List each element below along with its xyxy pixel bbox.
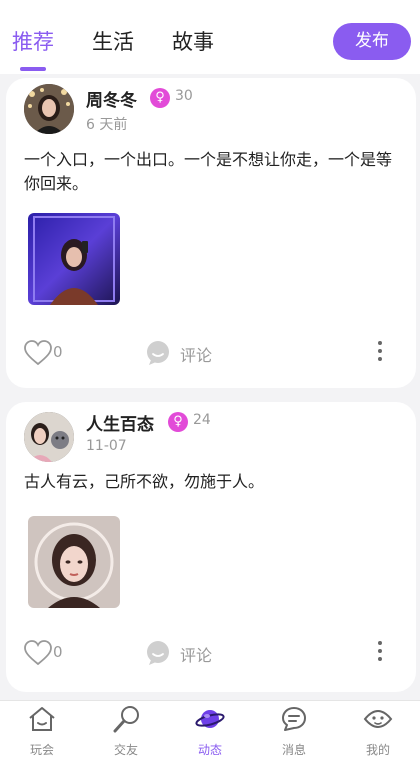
- comment-icon[interactable]: [145, 640, 171, 666]
- author-name[interactable]: 周冬冬: [86, 86, 137, 111]
- post-photo[interactable]: [28, 516, 120, 608]
- message-icon: [282, 707, 306, 731]
- nav-item-messages[interactable]: 消息: [252, 701, 336, 757]
- tab-story[interactable]: 故事: [172, 28, 214, 56]
- nav-label: 交友: [113, 743, 138, 757]
- post-card: 人生百态 ♀ 24 11-07 古人有云，己所不欲，勿施于人。 0 评论: [6, 402, 416, 692]
- author-name[interactable]: 人生百态: [86, 410, 154, 435]
- nav-item-moments[interactable]: 动态: [168, 701, 252, 757]
- nav-item-profile[interactable]: 我的: [336, 701, 420, 757]
- comment-icon[interactable]: [145, 340, 171, 366]
- post-time: 11-07: [86, 438, 127, 454]
- nav-item-play[interactable]: 玩会: [0, 701, 84, 757]
- more-vertical-icon[interactable]: [375, 640, 385, 662]
- nav-item-friends[interactable]: 交友: [84, 701, 168, 757]
- heart-icon[interactable]: [24, 340, 52, 366]
- post-photo[interactable]: [28, 213, 120, 305]
- avatar[interactable]: [24, 84, 74, 134]
- heart-icon[interactable]: [24, 640, 52, 666]
- home-icon: [29, 707, 55, 731]
- profile-face-icon: [363, 710, 393, 728]
- comment-button[interactable]: 评论: [180, 642, 212, 666]
- bottom-navigation: 玩会 交友 动态 消息 我的: [0, 700, 420, 757]
- nav-label: 消息: [281, 743, 306, 757]
- nav-label: 玩会: [29, 743, 54, 757]
- female-gender-badge: ♀: [150, 88, 170, 108]
- female-gender-badge: ♀: [168, 412, 188, 432]
- planet-icon: [195, 710, 225, 728]
- tab-active-indicator: [20, 67, 46, 71]
- feed-list[interactable]: 周冬冬 ♀ 30 6 天前 一个入口，一个出口。一个是不想让你走，一个是等你回来…: [0, 74, 420, 700]
- like-count: 0: [53, 343, 63, 361]
- avatar[interactable]: [24, 412, 74, 462]
- more-vertical-icon[interactable]: [375, 340, 385, 362]
- tab-recommend[interactable]: 推荐: [12, 28, 54, 56]
- post-text: 一个入口，一个出口。一个是不想让你走，一个是等你回来。: [24, 150, 393, 193]
- post-text: 古人有云，己所不欲，勿施于人。: [24, 472, 265, 491]
- post-time: 6 天前: [86, 117, 128, 133]
- nav-label: 我的: [365, 743, 390, 757]
- like-count: 0: [53, 643, 63, 661]
- top-header: 推荐 生活 故事 发布: [0, 0, 420, 74]
- author-age: 30: [175, 88, 193, 104]
- publish-button[interactable]: 发布: [333, 23, 411, 60]
- post-card: 周冬冬 ♀ 30 6 天前 一个入口，一个出口。一个是不想让你走，一个是等你回来…: [6, 78, 416, 388]
- microphone-icon: [113, 706, 139, 733]
- nav-label: 动态: [197, 743, 222, 757]
- comment-button[interactable]: 评论: [180, 342, 212, 366]
- author-age: 24: [193, 412, 211, 428]
- tab-life[interactable]: 生活: [92, 28, 134, 56]
